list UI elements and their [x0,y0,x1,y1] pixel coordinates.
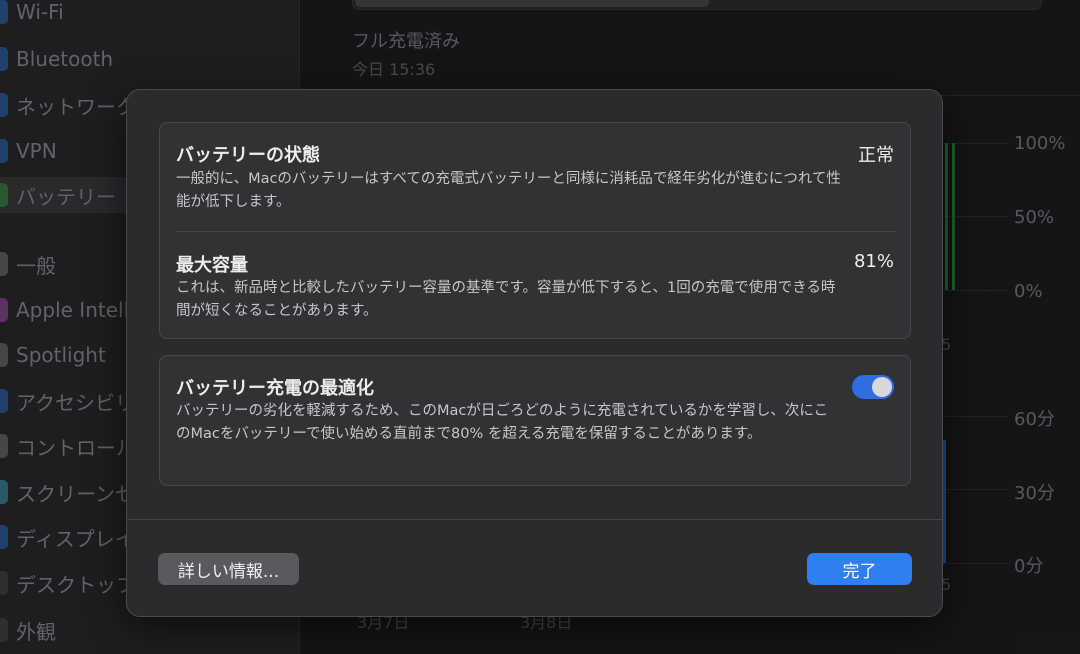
max-capacity-value: 81% [853,251,894,272]
footer-divider [127,519,942,520]
optimized-charging-toggle[interactable] [852,375,894,399]
optimized-charging-group: バッテリー充電の最適化 バッテリーの劣化を軽減するため、このMacが日ごろどのよ… [159,355,911,486]
battery-health-dialog: バッテリーの状態 正常 一般的に、Macのバッテリーはすべての充電式バッテリーと… [126,89,943,617]
toggle-knob [872,377,892,397]
optimized-charging-description: バッテリーの劣化を軽減するため、このMacが日ごろどのように充電されているかを学… [176,403,829,442]
done-button[interactable]: 完了 [807,553,912,585]
battery-health-group: バッテリーの状態 正常 一般的に、Macのバッテリーはすべての充電式バッテリーと… [159,122,911,339]
max-capacity-title: 最大容量 [176,255,248,276]
battery-condition-description: 一般的に、Macのバッテリーはすべての充電式バッテリーと同様に消耗品で経年劣化が… [176,171,841,210]
battery-condition-title: バッテリーの状態 [176,145,320,166]
optimized-charging-title: バッテリー充電の最適化 [176,378,374,399]
max-capacity-description: これは、新品時と比較したバッテリー容量の基準です。容量が低下すると、1回の充電で… [176,280,836,319]
divider [176,231,896,232]
battery-condition-value: 正常 [858,145,894,166]
more-info-button[interactable]: 詳しい情報... [158,553,299,585]
